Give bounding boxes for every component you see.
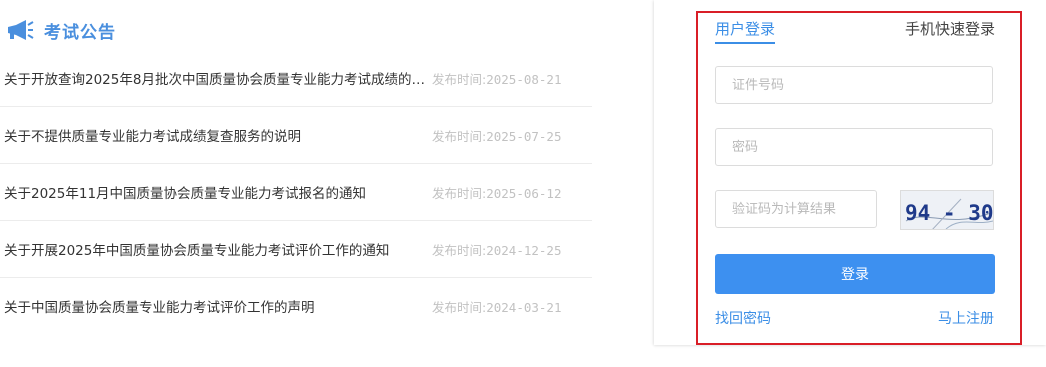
notice-link[interactable]: 关于2025年11月中国质量协会质量专业能力考试报名的通知: [0, 182, 432, 202]
date-label: 发布时间:: [432, 299, 487, 315]
date-value: 2024-03-21: [486, 299, 562, 315]
notice-title: 考试公告: [44, 22, 116, 43]
captcha-input[interactable]: [715, 190, 877, 228]
notice-link[interactable]: 关于开展2025年中国质量协会质量专业能力考试评价工作的通知: [0, 239, 432, 259]
tab-user-login[interactable]: 用户登录: [715, 18, 776, 44]
captcha-text: 94 - 30 = ?: [905, 201, 994, 225]
notice-item[interactable]: 关于开放查询2025年8月批次中国质量协会质量专业能力考试成绩的… 发布时间:2…: [0, 50, 592, 107]
date-value: 2025-07-25: [486, 128, 562, 144]
date-label: 发布时间:: [432, 128, 487, 144]
captcha-image[interactable]: 94 - 30 = ?: [900, 190, 994, 230]
date-value: 2025-08-21: [486, 71, 562, 87]
notice-link[interactable]: 关于中国质量协会质量专业能力考试评价工作的声明: [0, 296, 432, 316]
notice-item[interactable]: 关于不提供质量专业能力考试成绩复查服务的说明 发布时间:2025-07-25: [0, 107, 592, 164]
notice-date: 发布时间:2024-12-25: [432, 240, 561, 259]
date-label: 发布时间:: [432, 185, 487, 201]
notice-date: 发布时间:2025-07-25: [432, 126, 561, 145]
id-number-input[interactable]: [715, 66, 993, 104]
megaphone-icon: [6, 19, 34, 41]
notice-date: 发布时间:2025-06-12: [432, 183, 561, 202]
login-highlight-box: [696, 11, 1022, 345]
notice-item[interactable]: 关于2025年11月中国质量协会质量专业能力考试报名的通知 发布时间:2025-…: [0, 164, 592, 221]
notice-panel: 考试公告 关于开放查询2025年8月批次中国质量协会质量专业能力考试成绩的… 发…: [0, 0, 600, 367]
notice-item[interactable]: 关于中国质量协会质量专业能力考试评价工作的声明 发布时间:2024-03-21: [0, 278, 592, 334]
notice-item[interactable]: 关于开展2025年中国质量协会质量专业能力考试评价工作的通知 发布时间:2024…: [0, 221, 592, 278]
date-label: 发布时间:: [432, 71, 487, 87]
date-label: 发布时间:: [432, 242, 487, 258]
login-button[interactable]: 登录: [715, 254, 995, 294]
forgot-password-link[interactable]: 找回密码: [715, 308, 771, 328]
notice-date: 发布时间:2024-03-21: [432, 297, 561, 316]
notice-link[interactable]: 关于开放查询2025年8月批次中国质量协会质量专业能力考试成绩的…: [0, 68, 432, 88]
password-input[interactable]: [715, 128, 993, 166]
notice-list: 关于开放查询2025年8月批次中国质量协会质量专业能力考试成绩的… 发布时间:2…: [0, 50, 592, 334]
notice-date: 发布时间:2025-08-21: [432, 69, 561, 88]
register-link[interactable]: 马上注册: [938, 308, 994, 328]
login-tabs: 用户登录 手机快速登录: [715, 18, 995, 44]
notice-header: 考试公告: [6, 16, 116, 44]
date-value: 2024-12-25: [486, 242, 562, 258]
notice-link[interactable]: 关于不提供质量专业能力考试成绩复查服务的说明: [0, 125, 432, 145]
tab-phone-login[interactable]: 手机快速登录: [905, 18, 995, 39]
date-value: 2025-06-12: [486, 185, 562, 201]
